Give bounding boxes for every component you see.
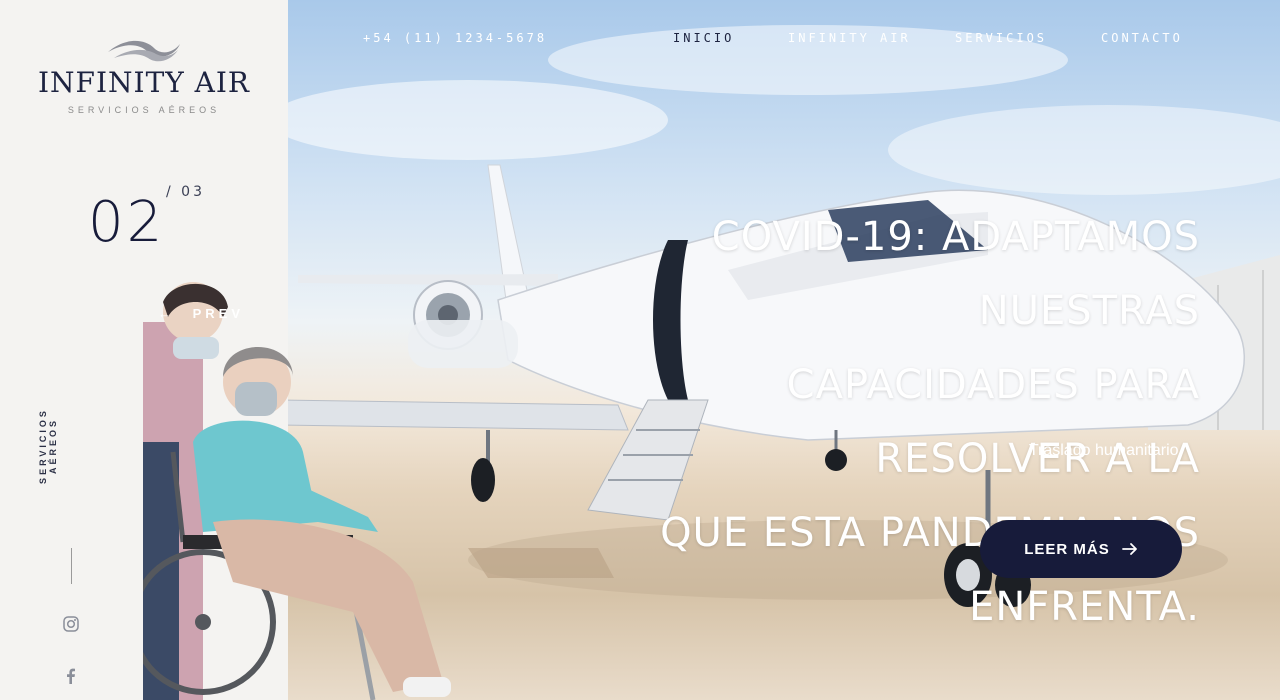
logo-wings-icon	[108, 40, 180, 62]
read-more-label: LEER MÁS	[1024, 540, 1110, 558]
logo[interactable]: INFINITY AIR SERVICIOS AÉREOS	[0, 36, 288, 115]
left-sidebar-strip	[0, 282, 143, 700]
nav-item-inicio[interactable]: INICIO	[673, 31, 734, 45]
passengers-image	[143, 282, 451, 700]
logo-title: INFINITY AIR	[37, 66, 251, 99]
vertical-services-label: SERVICIOS AÉREOS	[38, 408, 58, 484]
nav-item-infinity-air[interactable]: INFINITY AIR	[788, 31, 911, 45]
slide-counter-total: / 03	[166, 184, 205, 200]
sidebar-divider	[71, 548, 72, 584]
left-panel: INFINITY AIR SERVICIOS AÉREOS 02 / 03	[0, 0, 288, 282]
hero-headline-line: CAPACIDADES PARA RESOLVER A LA	[786, 362, 1200, 482]
nav-item-servicios[interactable]: SERVICIOS	[955, 31, 1047, 45]
facebook-icon[interactable]	[62, 667, 80, 685]
logo-tagline: SERVICIOS AÉREOS	[67, 105, 221, 115]
prev-label: PREV	[192, 306, 245, 321]
nav-item-contacto[interactable]: CONTACTO	[1101, 31, 1183, 45]
instagram-icon[interactable]	[62, 615, 80, 633]
arrow-left-icon: ←	[158, 306, 175, 321]
hero-headline-line: COVID-19: ADAPTAMOS NUESTRAS	[711, 214, 1200, 334]
slide-counter-current: 02	[88, 190, 166, 255]
nav-phone[interactable]: +54 (11) 1234-5678	[363, 31, 547, 45]
arrow-right-icon	[1121, 543, 1137, 555]
read-more-button[interactable]: LEER MÁS	[980, 520, 1182, 578]
prev-slide-button[interactable]: ← PREV	[158, 306, 244, 321]
hero-subtitle: Traslado humanitario.	[1028, 442, 1183, 459]
